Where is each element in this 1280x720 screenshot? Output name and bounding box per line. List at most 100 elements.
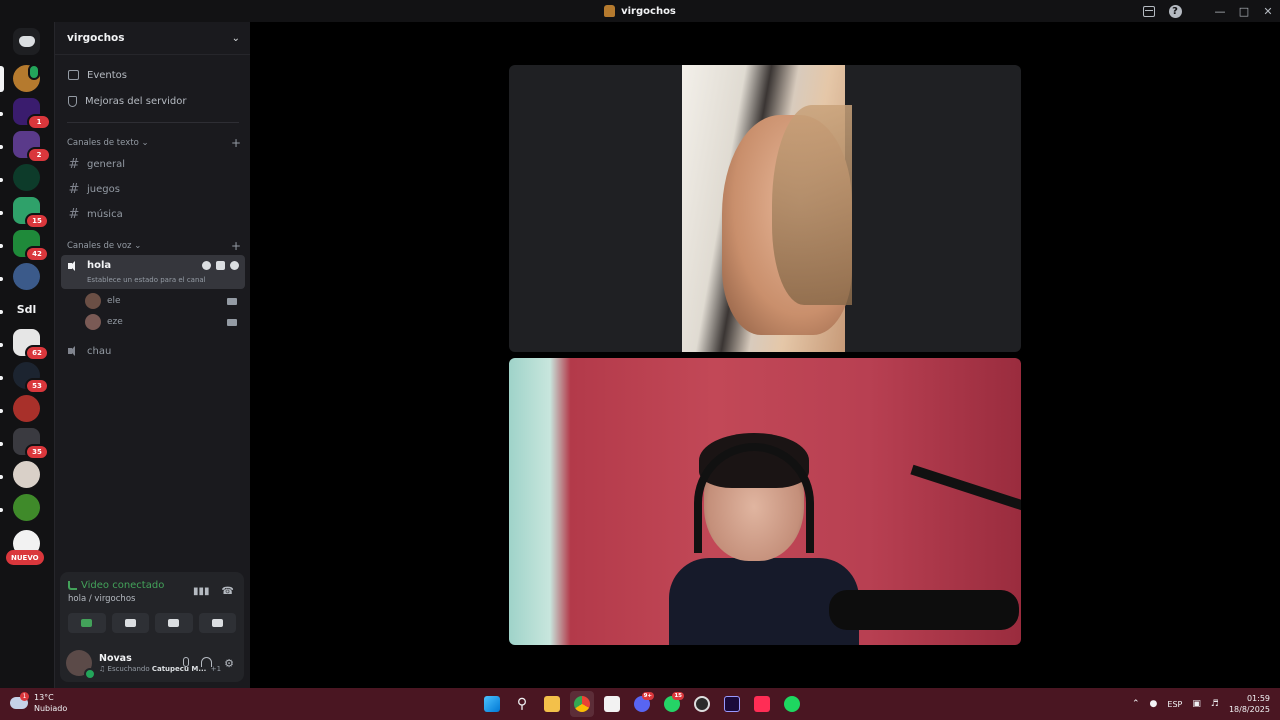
- voice-channels-category[interactable]: Canales de voz ⌄ +: [67, 239, 241, 253]
- channel-musica[interactable]: # música: [61, 203, 245, 225]
- soundboard-button[interactable]: [198, 613, 236, 633]
- premiere-button[interactable]: [720, 691, 744, 717]
- mention-badge: 35: [25, 444, 49, 460]
- voice-user-name: eze: [107, 317, 123, 327]
- title-bar: virgochos ? — □ ✕: [0, 0, 1280, 22]
- voice-user-ele[interactable]: ele: [85, 291, 241, 311]
- whatsapp-button[interactable]: 15: [660, 691, 684, 717]
- premiere-icon: [724, 696, 740, 712]
- window-title: virgochos: [604, 5, 676, 17]
- close-button[interactable]: ✕: [1256, 0, 1280, 22]
- weather-temp: 13°C: [34, 693, 54, 702]
- minimize-button[interactable]: —: [1208, 0, 1232, 22]
- chevron-up-icon[interactable]: ⌃: [1132, 699, 1140, 709]
- weather-badge: 1: [20, 692, 29, 701]
- camera-button[interactable]: [68, 613, 106, 633]
- clock[interactable]: 01:59 18/8/2025: [1229, 693, 1270, 715]
- voice-channel-chau[interactable]: chau: [61, 340, 245, 362]
- screen-share-icon: [124, 619, 136, 627]
- channel-status-input[interactable]: Establece un estado para el canal: [87, 276, 206, 284]
- headphones-icon[interactable]: [201, 657, 213, 667]
- camera-icon: [227, 318, 237, 326]
- voice-user-eze[interactable]: eze: [85, 312, 241, 332]
- weather-widget[interactable]: 1 13°C Nubiado: [10, 692, 67, 714]
- voice-status[interactable]: Video conectado: [68, 580, 164, 591]
- video-stage: [250, 22, 1280, 688]
- store-button[interactable]: [600, 691, 624, 717]
- noise-suppression-icon[interactable]: ▮▮▮: [193, 586, 210, 597]
- server-item[interactable]: [13, 164, 40, 191]
- unread-indicator: [0, 178, 3, 182]
- unread-indicator: [0, 376, 3, 380]
- disconnect-icon[interactable]: ☎: [222, 586, 234, 597]
- events-link[interactable]: Eventos: [61, 64, 245, 86]
- unread-indicator: [0, 310, 3, 314]
- invite-icon[interactable]: [216, 261, 225, 270]
- mention-badge: 42: [25, 246, 49, 262]
- microphone-icon[interactable]: ●: [1150, 699, 1158, 709]
- search-button[interactable]: ⚲: [510, 691, 534, 717]
- gear-icon[interactable]: ⚙: [224, 657, 234, 670]
- screen-share-button[interactable]: [111, 613, 149, 633]
- voice-channel-name: hola: [87, 260, 112, 271]
- weather-desc: Nubiado: [34, 704, 68, 713]
- server-boosts-label: Mejoras del servidor: [85, 95, 187, 107]
- search-icon: ⚲: [516, 696, 528, 712]
- text-channels-category[interactable]: Canales de texto ⌄ +: [67, 136, 241, 150]
- server-item[interactable]: [13, 263, 40, 290]
- video-tile-ele[interactable]: [509, 65, 1021, 352]
- language-indicator[interactable]: ESP: [1167, 700, 1182, 709]
- discord-taskbar-button[interactable]: 9+: [630, 691, 654, 717]
- voice-channel-hola[interactable]: hola Establece un estado para el canal: [61, 255, 245, 289]
- hash-icon: #: [68, 206, 80, 222]
- cloud-icon: 1: [10, 692, 29, 709]
- selected-indicator: [0, 66, 4, 92]
- server-item[interactable]: [13, 395, 40, 422]
- server-rail: 1 2 15 42 Sdl 62 53 35 NUEVO: [0, 22, 54, 688]
- new-servers-badge[interactable]: NUEVO: [6, 550, 44, 565]
- chat-icon[interactable]: [202, 261, 211, 270]
- app-button[interactable]: [690, 691, 714, 717]
- chrome-icon: [574, 696, 590, 712]
- gear-icon[interactable]: [230, 261, 239, 270]
- add-channel-icon[interactable]: +: [231, 239, 241, 253]
- guild-header[interactable]: virgochos ⌄: [55, 22, 250, 55]
- unread-indicator: [0, 442, 3, 446]
- hash-icon: #: [68, 181, 80, 197]
- voice-location[interactable]: hola / virgochos: [68, 594, 135, 604]
- spotify-button[interactable]: [780, 691, 804, 717]
- video-tile-eze[interactable]: [509, 358, 1021, 645]
- add-channel-icon[interactable]: +: [231, 136, 241, 150]
- network-icon[interactable]: ▣: [1192, 699, 1201, 709]
- file-explorer-button[interactable]: [540, 691, 564, 717]
- signal-icon: [68, 581, 77, 590]
- activities-button[interactable]: [155, 613, 193, 633]
- tiktok-button[interactable]: [750, 691, 774, 717]
- spotify-icon: [784, 696, 800, 712]
- inbox-button[interactable]: [1136, 0, 1162, 22]
- gamepad-icon: [168, 619, 180, 627]
- server-boosts-link[interactable]: Mejoras del servidor: [61, 90, 245, 112]
- close-icon: ✕: [1263, 4, 1273, 18]
- chrome-button[interactable]: [570, 691, 594, 717]
- server-item[interactable]: [13, 494, 40, 521]
- app-icon: [694, 696, 710, 712]
- activity-prefix: Escuchando: [107, 665, 150, 673]
- channel-juegos[interactable]: # juegos: [61, 178, 245, 200]
- discord-home-button[interactable]: [13, 28, 40, 55]
- volume-icon[interactable]: ♬: [1211, 699, 1219, 709]
- speaker-icon: [68, 261, 80, 271]
- microphone-icon[interactable]: [183, 657, 190, 667]
- help-button[interactable]: ?: [1162, 0, 1188, 22]
- channel-general[interactable]: # general: [61, 153, 245, 175]
- start-button[interactable]: [480, 691, 504, 717]
- user-panel[interactable]: Novas ♫ Escuchando Catupecu M... +1 ⚙: [66, 648, 240, 680]
- user-name: Novas: [99, 653, 132, 664]
- chevron-down-icon: ⌄: [134, 241, 142, 251]
- maximize-button[interactable]: □: [1232, 0, 1256, 22]
- unread-indicator: [0, 112, 3, 116]
- server-sdl[interactable]: Sdl: [13, 296, 40, 323]
- server-item[interactable]: [13, 461, 40, 488]
- guild-name: virgochos: [67, 32, 125, 44]
- video-feed: [682, 65, 852, 352]
